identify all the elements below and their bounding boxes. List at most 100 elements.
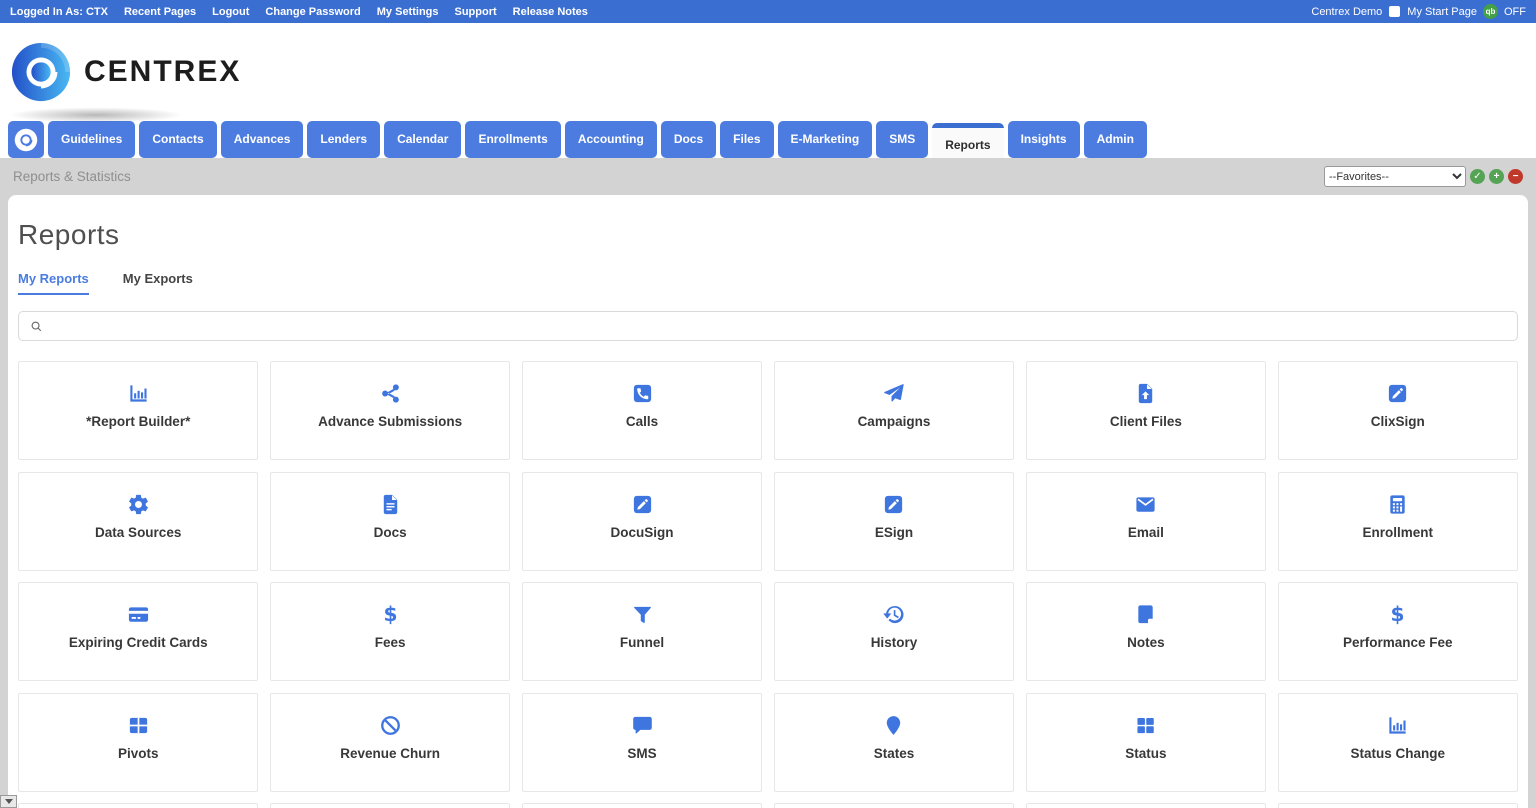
report-card-revenue-churn[interactable]: Revenue Churn <box>270 693 510 792</box>
tab-e-marketing[interactable]: E-Marketing <box>778 121 873 158</box>
topbar-link-recent-pages[interactable]: Recent Pages <box>124 6 196 18</box>
calculator-icon <box>1386 493 1409 516</box>
topbar-link-logged-in-as-ctx: Logged In As: CTX <box>10 6 108 18</box>
report-card-sms[interactable]: SMS <box>522 693 762 792</box>
tab-admin[interactable]: Admin <box>1084 121 1147 158</box>
share-icon <box>379 382 402 405</box>
topbar-link-change-password[interactable]: Change Password <box>265 6 360 18</box>
report-card-calls[interactable]: Calls <box>522 361 762 460</box>
tab-accounting[interactable]: Accounting <box>565 121 657 158</box>
report-card-label: Funnel <box>620 635 664 650</box>
tab-contacts[interactable]: Contacts <box>139 121 216 158</box>
topbar-link-my-settings[interactable]: My Settings <box>377 6 439 18</box>
chart-bar-icon <box>1386 714 1409 737</box>
topbar-link-release-notes[interactable]: Release Notes <box>513 6 588 18</box>
report-card-esign[interactable]: ESign <box>774 472 1014 571</box>
dollar-icon: $ <box>1386 603 1409 626</box>
topbar-right: Centrex Demo My Start Page qb OFF <box>1311 4 1526 19</box>
tab-home[interactable] <box>8 121 44 158</box>
reports-subtabs: My Reports My Exports <box>18 271 1518 295</box>
nav-tabs: GuidelinesContactsAdvancesLendersCalenda… <box>48 121 1151 158</box>
envelope-icon <box>1134 493 1157 516</box>
topbar-links: Logged In As: CTX Recent Pages Logout Chang… <box>10 6 588 18</box>
report-card-enrollment[interactable]: Enrollment <box>1278 472 1518 571</box>
search-box[interactable] <box>18 311 1518 341</box>
report-card-data-sources[interactable]: Data Sources <box>18 472 258 571</box>
topbar: Logged In As: CTX Recent Pages Logout Chang… <box>0 0 1536 23</box>
my-start-page-label[interactable]: My Start Page <box>1407 6 1477 18</box>
tab-sms[interactable]: SMS <box>876 121 928 158</box>
search-input[interactable] <box>51 312 1507 340</box>
report-card-history[interactable]: History <box>774 582 1014 681</box>
report-card-states[interactable]: States <box>774 693 1014 792</box>
tab-lenders[interactable]: Lenders <box>307 121 380 158</box>
report-card-label: Status Change <box>1351 746 1446 761</box>
phone-square-icon <box>631 382 654 405</box>
file-upload-icon <box>1134 382 1157 405</box>
report-card-partial[interactable] <box>18 803 258 808</box>
svg-text:$: $ <box>383 603 397 626</box>
pen-square-icon <box>631 493 654 516</box>
report-card-label: States <box>874 746 915 761</box>
report-card-label: Performance Fee <box>1343 635 1453 650</box>
page-title: Reports & Statistics <box>13 169 131 184</box>
my-start-page-checkbox[interactable] <box>1389 6 1400 17</box>
report-card-partial[interactable] <box>522 803 762 808</box>
main-nav: GuidelinesContactsAdvancesLendersCalenda… <box>0 121 1536 158</box>
topbar-link-logout[interactable]: Logout <box>212 6 249 18</box>
tab-calendar[interactable]: Calendar <box>384 121 461 158</box>
report-card-report-builder[interactable]: *Report Builder* <box>18 361 258 460</box>
favorite-apply-icon[interactable]: ✓ <box>1470 169 1485 184</box>
report-card-status-change[interactable]: Status Change <box>1278 693 1518 792</box>
report-card-docusign[interactable]: DocuSign <box>522 472 762 571</box>
report-card-advance-submissions[interactable]: Advance Submissions <box>270 361 510 460</box>
topbar-link-support[interactable]: Support <box>455 6 497 18</box>
tab-files[interactable]: Files <box>720 121 773 158</box>
home-logo-icon <box>14 128 38 152</box>
report-card-label: *Report Builder* <box>86 414 190 429</box>
report-card-expiring-credit-cards[interactable]: Expiring Credit Cards <box>18 582 258 681</box>
report-card-label: Advance Submissions <box>318 414 462 429</box>
report-card-label: Notes <box>1127 635 1165 650</box>
report-card-label: Email <box>1128 525 1164 540</box>
report-card-label: Docs <box>374 525 407 540</box>
report-card-campaigns[interactable]: Campaigns <box>774 361 1014 460</box>
table-icon <box>127 714 150 737</box>
scroll-down-arrow-icon[interactable] <box>0 795 17 808</box>
report-card-label: Data Sources <box>95 525 181 540</box>
favorite-remove-icon[interactable]: − <box>1508 169 1523 184</box>
favorites-select[interactable]: --Favorites-- <box>1324 166 1466 187</box>
report-card-notes[interactable]: Notes <box>1026 582 1266 681</box>
tab-docs[interactable]: Docs <box>661 121 716 158</box>
favorite-add-icon[interactable]: + <box>1489 169 1504 184</box>
paper-plane-icon <box>882 382 905 405</box>
chart-bar-icon <box>127 382 150 405</box>
quickbooks-state-label: OFF <box>1504 6 1526 18</box>
quickbooks-icon[interactable]: qb <box>1483 4 1498 19</box>
report-card-email[interactable]: Email <box>1026 472 1266 571</box>
report-card-performance-fee[interactable]: $ Performance Fee <box>1278 582 1518 681</box>
tab-reports[interactable]: Reports <box>932 123 1003 158</box>
report-card-label: ESign <box>875 525 913 540</box>
comment-icon <box>631 714 654 737</box>
report-card-pivots[interactable]: Pivots <box>18 693 258 792</box>
report-card-client-files[interactable]: Client Files <box>1026 361 1266 460</box>
tab-advances[interactable]: Advances <box>221 121 304 158</box>
report-card-docs[interactable]: Docs <box>270 472 510 571</box>
report-card-label: Pivots <box>118 746 159 761</box>
report-card-fees[interactable]: $Fees <box>270 582 510 681</box>
tab-my-reports[interactable]: My Reports <box>18 271 89 295</box>
report-card-status[interactable]: Status <box>1026 693 1266 792</box>
tab-enrollments[interactable]: Enrollments <box>465 121 560 158</box>
sticky-note-icon <box>1134 603 1157 626</box>
report-card-funnel[interactable]: Funnel <box>522 582 762 681</box>
tab-my-exports[interactable]: My Exports <box>123 271 193 295</box>
report-card-partial[interactable] <box>774 803 1014 808</box>
tab-insights[interactable]: Insights <box>1008 121 1080 158</box>
report-card-label: Calls <box>626 414 658 429</box>
report-card-partial[interactable] <box>1026 803 1266 808</box>
tab-guidelines[interactable]: Guidelines <box>48 121 135 158</box>
report-card-partial[interactable] <box>270 803 510 808</box>
report-card-partial[interactable] <box>1278 803 1518 808</box>
report-card-clixsign[interactable]: ClixSign <box>1278 361 1518 460</box>
